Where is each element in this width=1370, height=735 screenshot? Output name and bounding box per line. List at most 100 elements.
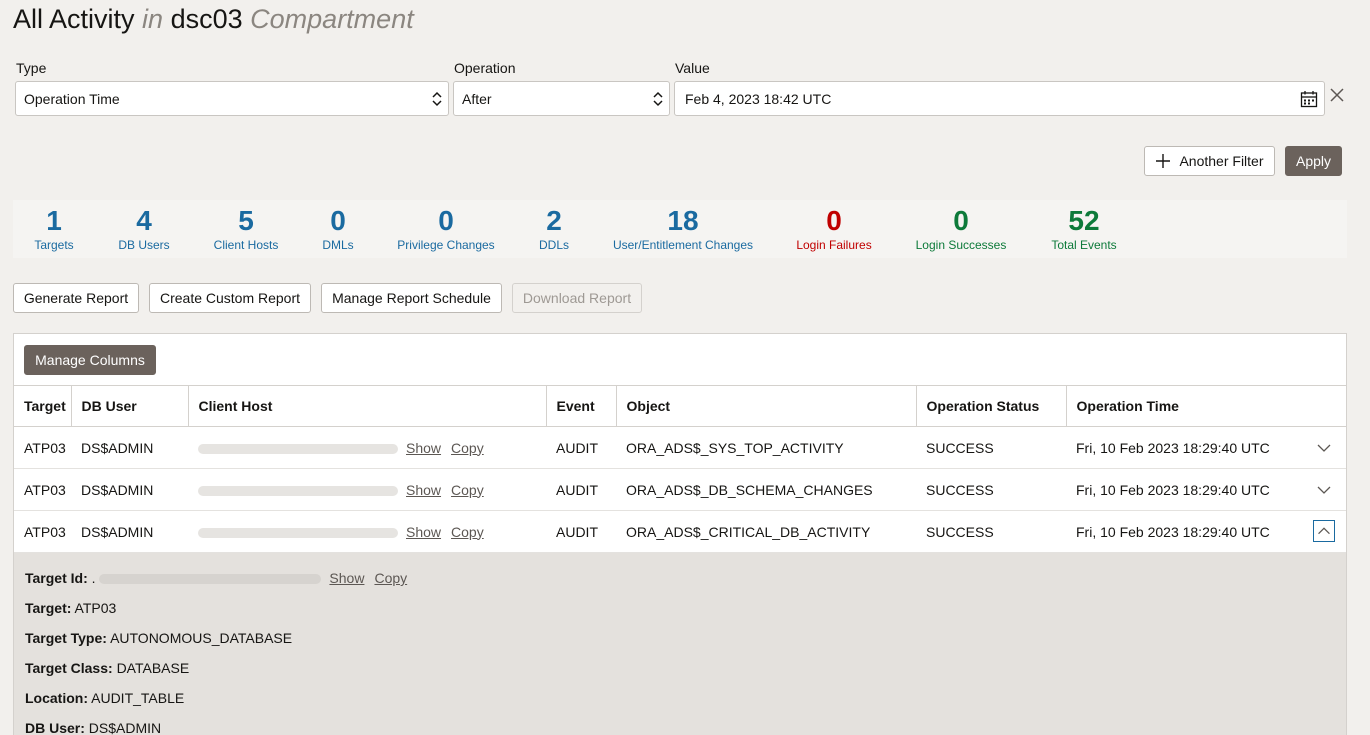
table-row[interactable]: ATP03 DS$ADMIN Show Copy AUDIT ORA_ADS$_C… <box>14 510 1346 553</box>
stat-dmls[interactable]: 0 DMLs <box>313 200 363 252</box>
detail-db-user-label: DB User: <box>25 720 85 735</box>
cell-db-user: DS$ADMIN <box>71 426 188 469</box>
operation-time-text: Fri, 10 Feb 2023 18:29:40 UTC <box>1076 481 1270 498</box>
detail-db-user-value: DS$ADMIN <box>88 720 162 735</box>
chevron-down-icon[interactable] <box>1313 479 1335 501</box>
page-title-main: All Activity <box>13 4 135 34</box>
cell-client-host: Show Copy <box>188 426 546 469</box>
detail-location-label: Location: <box>25 690 88 706</box>
manage-report-schedule-label: Manage Report Schedule <box>332 290 491 306</box>
column-header-event[interactable]: Event <box>545 385 616 427</box>
stat-value: 0 <box>438 205 454 236</box>
cell-db-user: DS$ADMIN <box>71 510 188 553</box>
copy-link[interactable]: Copy <box>374 570 407 586</box>
cell-object: ORA_ADS$_CRITICAL_DB_ACTIVITY <box>616 510 916 553</box>
detail-target-class: Target Class: DATABASE <box>25 660 189 676</box>
stat-value: 52 <box>1068 205 1100 236</box>
stat-total-events[interactable]: 52 Total Events <box>1047 200 1121 252</box>
table-header-row: Target DB User Client Host Event Object … <box>14 385 1346 427</box>
another-filter-button[interactable]: Another Filter <box>1144 146 1275 176</box>
cell-db-user: DS$ADMIN <box>71 468 188 511</box>
detail-location: Location: AUDIT_TABLE <box>25 690 184 706</box>
stat-label: Targets <box>34 238 74 252</box>
cell-target: ATP03 <box>14 510 71 553</box>
activity-summary: 1 Targets 4 DB Users 5 Client Hosts 0 DM… <box>13 200 1347 258</box>
column-header-db-user[interactable]: DB User <box>70 385 188 427</box>
cell-object: ORA_ADS$_SYS_TOP_ACTIVITY <box>616 426 916 469</box>
operation-label: Operation <box>454 60 516 76</box>
row-detail-panel: Target Id: . Show Copy Target: ATP03 Targ… <box>14 553 1346 735</box>
stat-label: DB Users <box>118 238 170 252</box>
plus-icon <box>1156 154 1171 168</box>
value-date-input[interactable]: Feb 4, 2023 18:42 UTC <box>674 81 1325 116</box>
stat-value: 0 <box>826 205 842 236</box>
cell-status: SUCCESS <box>916 426 1066 469</box>
stat-value: 4 <box>136 205 152 236</box>
stat-label: DDLs <box>538 238 569 252</box>
show-link[interactable]: Show <box>329 570 364 586</box>
operation-time-text: Fri, 10 Feb 2023 18:29:40 UTC <box>1076 523 1270 540</box>
table-row[interactable]: ATP03 DS$ADMIN Show Copy AUDIT ORA_ADS$_S… <box>14 426 1346 469</box>
detail-target-value: ATP03 <box>74 600 117 616</box>
stat-user-entitlement-changes[interactable]: 18 User/Entitlement Changes <box>610 200 756 251</box>
page-title-in: in <box>142 4 164 34</box>
calendar-icon[interactable] <box>1300 90 1318 108</box>
stat-value: 18 <box>667 205 699 236</box>
copy-link[interactable]: Copy <box>451 482 484 498</box>
operation-time-text: Fri, 10 Feb 2023 18:29:40 UTC <box>1076 439 1270 456</box>
show-link[interactable]: Show <box>406 482 441 498</box>
sort-arrows-icon <box>653 91 663 107</box>
apply-button[interactable]: Apply <box>1285 146 1342 176</box>
stat-label: Total Events <box>1051 238 1117 252</box>
stat-value: 1 <box>46 205 62 236</box>
stat-privilege-changes[interactable]: 0 Privilege Changes <box>394 200 498 252</box>
stat-label: Client Hosts <box>213 238 279 252</box>
stat-login-failures[interactable]: 0 Login Failures <box>793 200 875 252</box>
generate-report-button[interactable]: Generate Report <box>13 283 139 313</box>
cell-event: AUDIT <box>546 468 616 511</box>
cell-object: ORA_ADS$_DB_SCHEMA_CHANGES <box>616 468 916 511</box>
detail-target-type-label: Target Type: <box>25 630 107 646</box>
column-header-target[interactable]: Target <box>14 385 71 427</box>
type-select-value: Operation Time <box>24 90 120 107</box>
download-report-label: Download Report <box>522 290 632 306</box>
stat-db-users[interactable]: 4 DB Users <box>109 200 179 252</box>
manage-report-schedule-button[interactable]: Manage Report Schedule <box>321 283 502 313</box>
manage-columns-button[interactable]: Manage Columns <box>24 345 156 375</box>
chevron-down-icon[interactable] <box>1313 437 1335 459</box>
cell-target: ATP03 <box>14 426 71 469</box>
page-title: All Activity in dsc03 Compartment <box>13 4 414 35</box>
detail-target-id-label: Target Id: <box>25 570 88 586</box>
show-link[interactable]: Show <box>406 524 441 540</box>
stat-value: 5 <box>238 205 254 236</box>
stat-login-successes[interactable]: 0 Login Successes <box>913 200 1009 252</box>
stat-label: DMLs <box>322 238 354 252</box>
column-header-operation-status[interactable]: Operation Status <box>915 385 1066 427</box>
stat-targets[interactable]: 1 Targets <box>21 200 87 252</box>
stat-label: Privilege Changes <box>397 238 495 252</box>
column-header-client-host[interactable]: Client Host <box>187 385 546 427</box>
stat-label: Login Failures <box>796 238 872 252</box>
table-row[interactable]: ATP03 DS$ADMIN Show Copy AUDIT ORA_ADS$_D… <box>14 468 1346 511</box>
copy-link[interactable]: Copy <box>451 524 484 540</box>
column-header-operation-time[interactable]: Operation Time <box>1065 385 1346 427</box>
stat-label: Login Successes <box>915 238 1007 252</box>
create-custom-report-button[interactable]: Create Custom Report <box>149 283 311 313</box>
chevron-up-icon[interactable] <box>1313 520 1335 542</box>
remove-filter-icon[interactable] <box>1328 86 1346 104</box>
operation-select[interactable]: After <box>453 81 670 116</box>
sort-arrows-icon <box>432 91 442 107</box>
stat-ddls[interactable]: 2 DDLs <box>529 200 579 252</box>
stat-value: 2 <box>546 205 562 236</box>
copy-link[interactable]: Copy <box>451 440 484 456</box>
page-title-suffix: Compartment <box>250 4 414 34</box>
redacted-host <box>198 527 398 538</box>
type-select[interactable]: Operation Time <box>15 81 449 116</box>
cell-event: AUDIT <box>546 510 616 553</box>
stat-client-hosts[interactable]: 5 Client Hosts <box>206 200 286 252</box>
cell-client-host: Show Copy <box>188 510 546 553</box>
show-link[interactable]: Show <box>406 440 441 456</box>
value-date-text: Feb 4, 2023 18:42 UTC <box>685 90 832 107</box>
create-custom-report-label: Create Custom Report <box>159 290 301 306</box>
column-header-object[interactable]: Object <box>615 385 916 427</box>
